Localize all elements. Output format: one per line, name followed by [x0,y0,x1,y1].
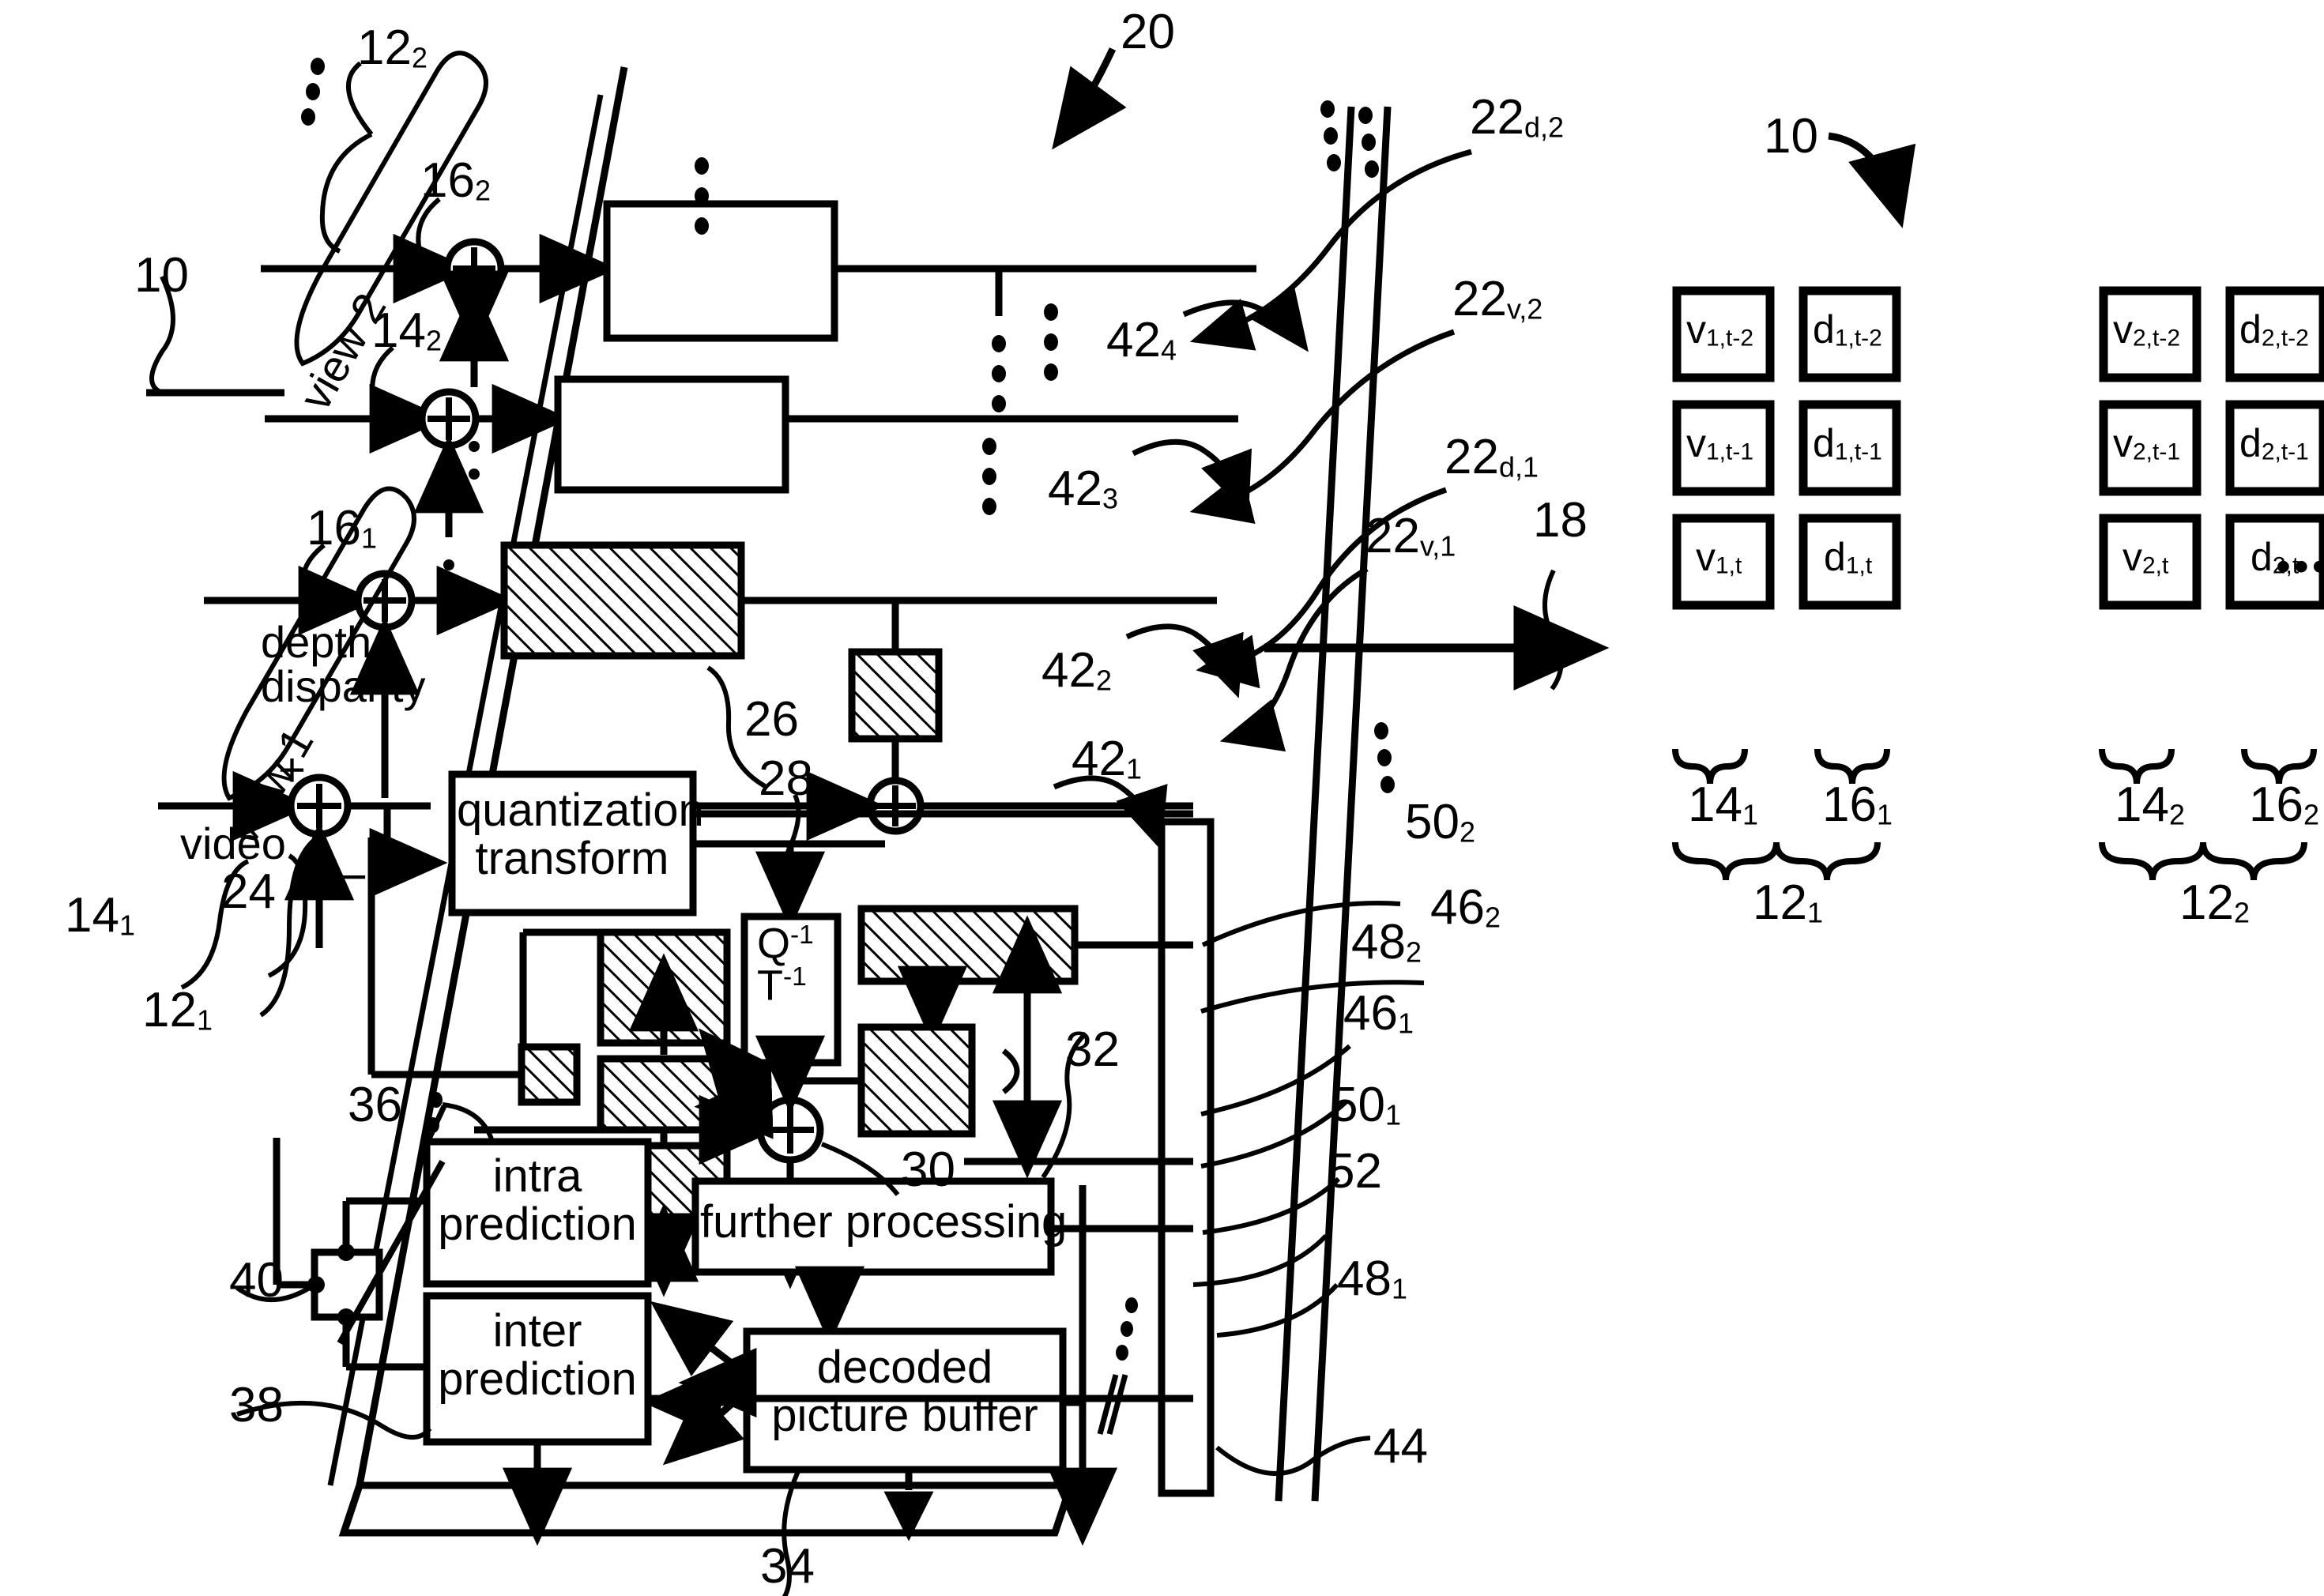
ref-16-2: 162 [420,153,491,208]
grid-cell-d1t-1: d1,t-1 [1813,421,1882,465]
grid-cell-d2t-1: d2,t-1 [2239,421,2309,465]
ref-22-d1: 22d,1 [1444,430,1539,484]
ref-32: 32 [1065,1022,1120,1077]
inter-prediction-block-label: inter prediction [438,1305,637,1406]
ref-18: 18 [1533,493,1588,548]
ref-38: 38 [229,1378,284,1432]
ref-12-2: 122 [357,21,428,75]
further-processing-block-label: further processing [700,1196,1068,1248]
grid-cell-v1t: v1,t [1696,535,1742,579]
ref-46-1: 461 [1343,986,1414,1041]
intra-prediction-block-label: intra prediction [438,1150,637,1251]
brace-ref-14-1: 141 [1688,777,1758,832]
diagram-line-art [146,47,2324,1596]
ref-16-1: 161 [307,501,377,555]
ref-24: 24 [221,864,276,919]
brace-ref-16-1: 161 [1822,777,1893,832]
ref-10-right: 10 [1764,109,1818,164]
grid-cell-v2t: v2,t [2122,535,2169,579]
ref-26: 26 [744,692,799,747]
quantization-transform-block-label: quantization transform [457,785,704,885]
ref-20: 20 [1121,5,1175,59]
ref-48-2: 482 [1351,915,1422,969]
ref-30: 30 [901,1142,955,1197]
ref-48-1: 481 [1337,1252,1407,1306]
grid-cell-d1t-2: d1,t-2 [1813,307,1882,352]
grid-cell-v1t-1: v1,t-1 [1686,421,1754,465]
ref-46-2: 462 [1430,880,1501,935]
ref-42-3: 423 [1048,461,1118,516]
grid-cell-v1t-2: v1,t-2 [1686,307,1754,352]
patent-figure-canvas: quantization transform Q-1 T-1 intra predi… [0,0,2324,1596]
video-label: video [180,819,286,868]
ref-50-2: 502 [1405,795,1475,849]
inverse-quant-transform-block-label: Q-1 T-1 [757,920,814,1010]
ref-34: 34 [760,1539,815,1594]
ref-40: 40 [229,1253,284,1308]
depth-disparity-label: depth/disparity [261,617,426,711]
brace-ref-16-2: 162 [2249,777,2319,832]
grid-cell-d1t: d1,t [1824,535,1873,579]
decoded-picture-buffer-block-label: decoded picture buffer [771,1342,1038,1442]
brace-ref-14-2: 142 [2115,777,2185,832]
ref-42-1: 421 [1072,732,1142,786]
ref-36: 36 [348,1078,402,1132]
grid-trailing-ellipsis: ••• [2276,543,2324,590]
grid-cell-v2t-2: v2,t-2 [2113,307,2181,352]
ref-22-v2: 22v,2 [1452,272,1543,326]
grid-cell-v2t-1: v2,t-1 [2113,421,2181,465]
ref-50-1: 501 [1331,1078,1401,1132]
ref-44: 44 [1373,1419,1428,1474]
ref-42-2: 422 [1041,643,1112,698]
ref-42-4: 424 [1106,313,1177,367]
brace-ref-12-1: 121 [1753,875,1823,930]
ref-14-1: 141 [65,888,135,943]
brace-ref-12-2: 122 [2179,875,2250,930]
ref-22-d2: 22d,2 [1470,90,1564,145]
minus-sign-label: − [340,850,368,903]
plus-sign-label: + [278,743,307,796]
ref-22-v1: 22v,1 [1365,509,1456,563]
ref-12-1: 121 [142,983,213,1037]
ref-14-2: 142 [371,303,442,358]
ref-52: 52 [1328,1144,1382,1199]
ref-10-left: 10 [134,248,189,303]
ref-28: 28 [759,751,813,806]
grid-cell-d2t-2: d2,t-2 [2239,307,2309,352]
